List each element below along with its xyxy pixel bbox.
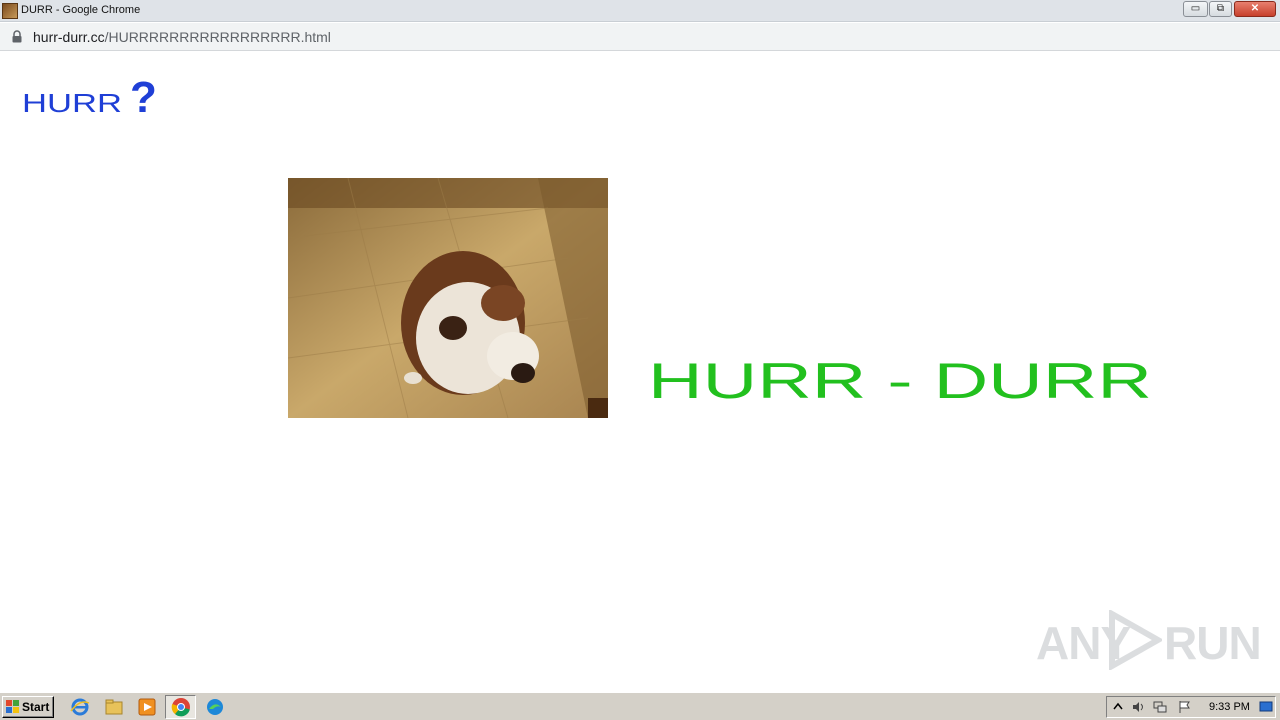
taskbar: Start 9:33 PM	[0, 692, 1280, 720]
address-bar[interactable]: hurr-durr.cc/HURRRRRRRRRRRRRRRRR.html	[0, 23, 1280, 51]
start-button[interactable]: Start	[2, 696, 54, 718]
network-icon[interactable]	[1153, 700, 1167, 714]
action-center-flag-icon[interactable]	[1177, 700, 1191, 714]
windows-logo-icon	[6, 700, 19, 713]
restore-button[interactable]: ⧉	[1209, 1, 1232, 17]
anyrun-watermark: ANY RUN	[1036, 608, 1262, 674]
bulldog-image	[288, 178, 608, 418]
page-favicon-icon	[2, 3, 18, 19]
lock-icon[interactable]	[12, 30, 22, 43]
close-button[interactable]: ✕	[1234, 1, 1276, 17]
media-player-icon[interactable]	[137, 697, 157, 717]
window-title: DURR - Google Chrome	[21, 4, 141, 16]
show-hidden-icons-icon[interactable]	[1111, 700, 1125, 714]
window-titlebar[interactable]: DURR - Google Chrome ▭ ⧉ ✕	[0, 0, 1280, 22]
internet-explorer-icon[interactable]	[70, 697, 90, 717]
chrome-icon	[171, 698, 190, 717]
page-content: HURR ? HURR - DURR ANY RUN	[0, 52, 1280, 692]
minimize-button[interactable]: ▭	[1183, 1, 1208, 17]
url-field[interactable]: hurr-durr.cc/HURRRRRRRRRRRRRRRRR.html	[33, 29, 331, 45]
chrome-taskbar-button[interactable]	[165, 695, 196, 719]
hurr-logo-mark: ?	[130, 78, 157, 118]
volume-icon[interactable]	[1131, 700, 1145, 714]
start-label: Start	[22, 700, 50, 714]
hurr-logo: HURR ?	[22, 78, 157, 118]
watermark-right-text: RUN	[1164, 617, 1262, 669]
folder-icon[interactable]	[104, 697, 124, 717]
edge-icon[interactable]	[205, 697, 225, 717]
show-desktop-icon[interactable]	[1259, 700, 1273, 714]
url-path: /HURRRRRRRRRRRRRRRRR.html	[104, 29, 331, 45]
hurr-durr-banner: HURR - DURR	[648, 353, 1152, 408]
system-tray: 9:33 PM	[1106, 696, 1276, 718]
hurr-durr-text: HURR - DURR	[648, 353, 1152, 408]
taskbar-clock[interactable]: 9:33 PM	[1209, 701, 1250, 713]
hurr-logo-text: HURR	[22, 88, 122, 118]
url-host: hurr-durr.cc	[33, 29, 105, 45]
play-icon	[1109, 610, 1162, 670]
